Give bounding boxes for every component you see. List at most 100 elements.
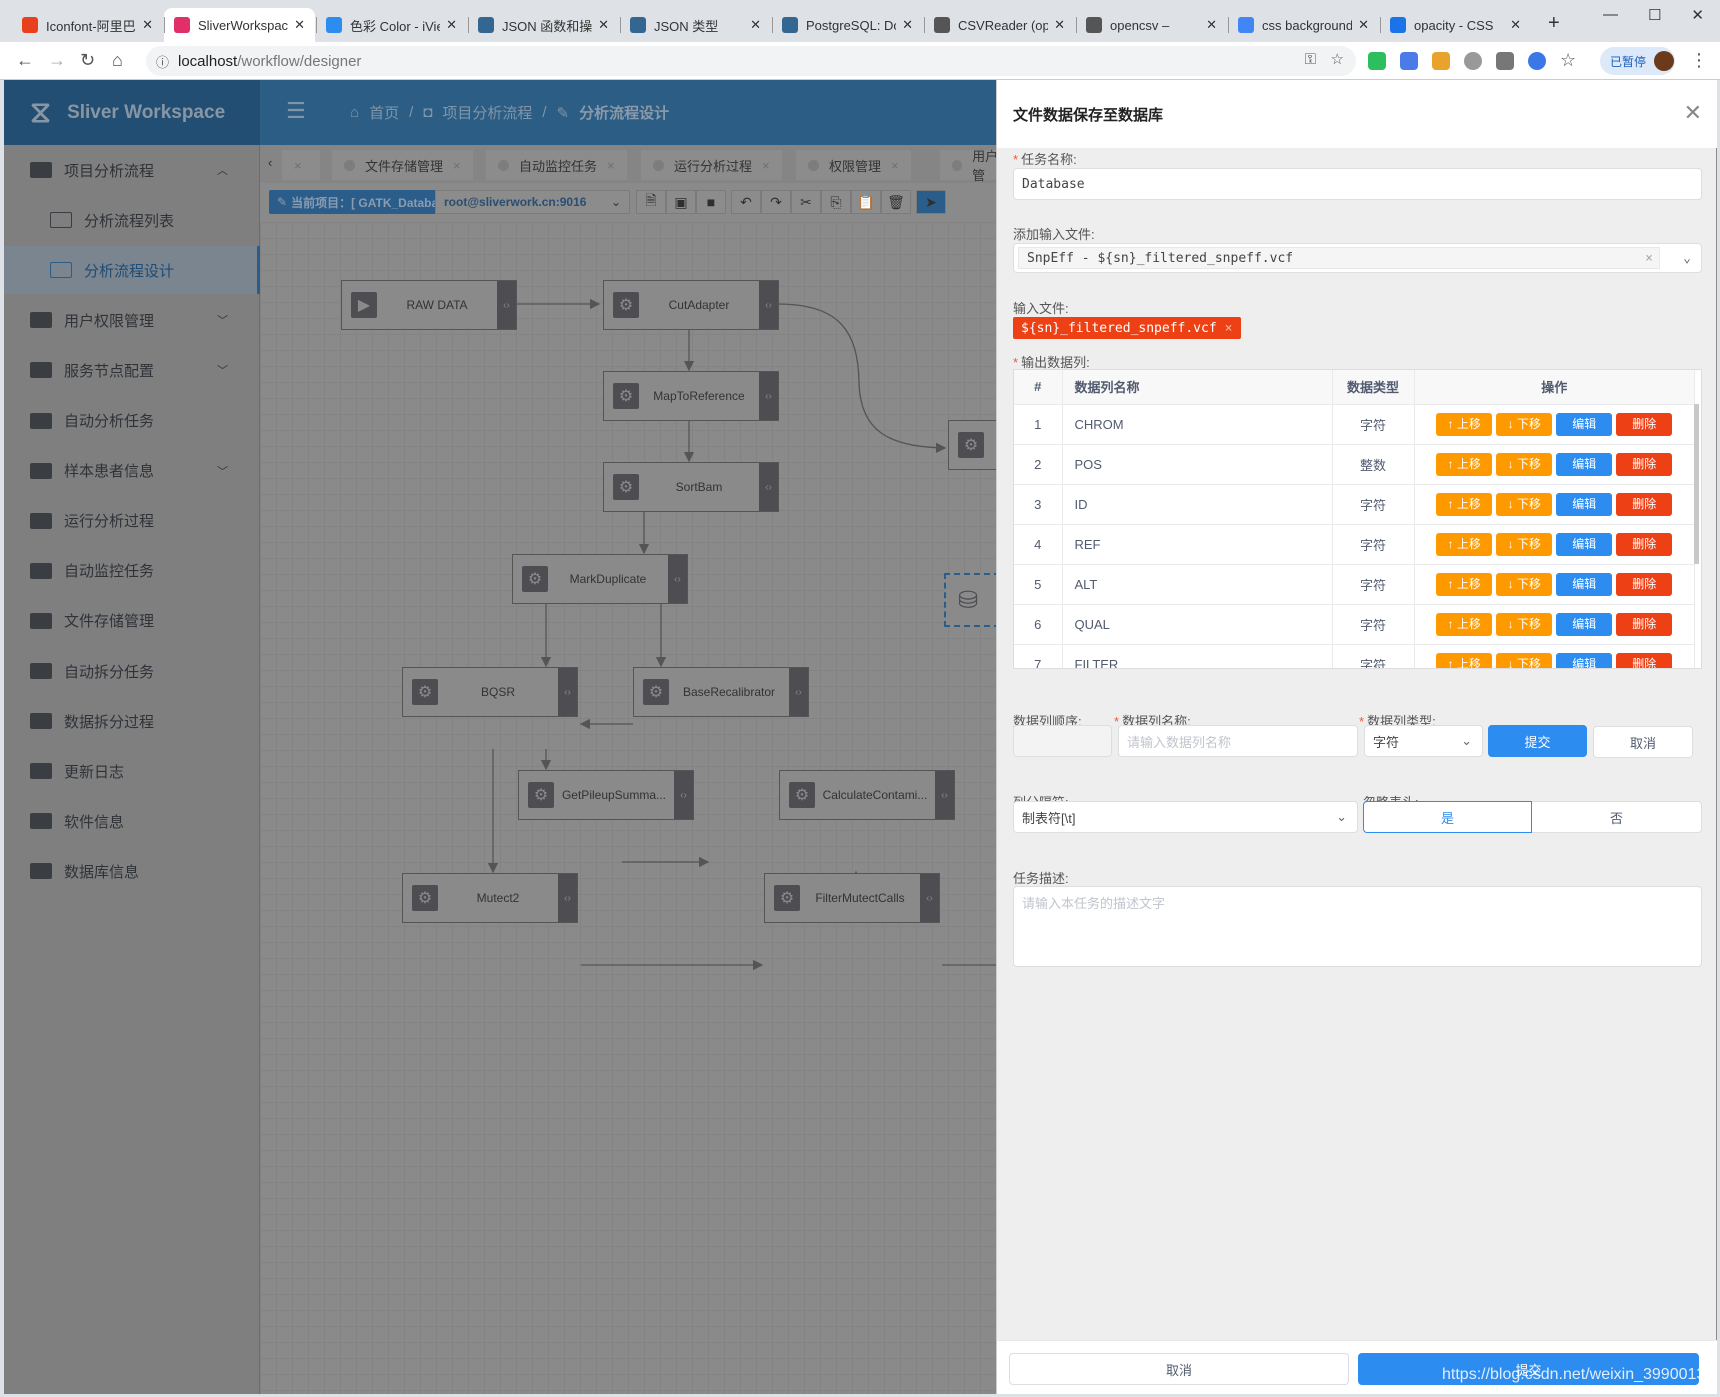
edit-button[interactable]: 编辑 [1556, 492, 1613, 516]
translate-extension-icon[interactable] [1400, 52, 1418, 70]
close-icon[interactable]: ✕ [1684, 100, 1702, 126]
tab-close-icon[interactable]: ✕ [750, 17, 761, 33]
tab-permissions[interactable]: 权限管理 × [796, 150, 911, 180]
node-sortbam[interactable]: ⚙ SortBam ‹› [603, 462, 779, 512]
new-tab-button[interactable]: + [1548, 12, 1560, 35]
move-down-button[interactable]: ↓ 下移 [1496, 532, 1553, 556]
edit-button[interactable]: 编辑 [1556, 532, 1613, 556]
tab-file-storage[interactable]: 文件存储管理 × [332, 150, 473, 180]
node-baserecalibrator[interactable]: ⚙ BaseRecalibrator ‹› [633, 667, 809, 717]
node-handle[interactable]: ‹› [789, 668, 808, 716]
delete-button[interactable]: 删除 [1616, 452, 1673, 476]
node-handle[interactable]: ‹› [759, 372, 778, 420]
node-handle[interactable]: ‹› [558, 668, 577, 716]
tab-close-icon[interactable]: ✕ [1206, 17, 1217, 33]
browser-tab[interactable]: opacity - CSS ✕ [1380, 8, 1531, 42]
tab-close-icon[interactable]: ✕ [142, 17, 153, 33]
breadcrumb-project-flow[interactable]: 项目分析流程 [442, 102, 532, 123]
node-handle[interactable]: ‹› [674, 771, 693, 819]
tag-close-icon[interactable]: × [1225, 321, 1233, 336]
col-name-input[interactable]: 请输入数据列名称 [1118, 725, 1358, 757]
node-handle[interactable]: ‹› [935, 771, 954, 819]
sidebar-item[interactable]: 分析流程设计 [4, 246, 260, 295]
desc-textarea[interactable]: 请输入本任务的描述文字 [1013, 886, 1702, 967]
key-icon[interactable]: ⚿ [1305, 51, 1316, 68]
home-icon[interactable]: ⌂ [112, 50, 123, 71]
node-maptoreference[interactable]: ⚙ MapToReference ‹› [603, 371, 779, 421]
profile-button[interactable]: 已暂停 [1600, 47, 1675, 75]
move-down-button[interactable]: ↓ 下移 [1496, 572, 1553, 596]
node-mutect2[interactable]: ⚙ Mutect2 ‹› [402, 873, 578, 923]
copy-icon[interactable]: ⎘ [821, 190, 851, 214]
add-input-select[interactable]: SnpEff - ${sn}_filtered_snpeff.vcf × ⌄ [1013, 243, 1702, 273]
download-extension-icon[interactable] [1496, 52, 1514, 70]
tab-run-analysis[interactable]: 运行分析过程 × [641, 150, 782, 180]
sidebar-item[interactable]: 自动分析任务 [4, 397, 260, 445]
url-input[interactable]: ⓘ localhost/workflow/designer ⚿ ☆ [146, 46, 1356, 76]
bookmark-star-icon[interactable]: ☆ [1331, 50, 1344, 68]
info-icon[interactable]: ⓘ [156, 52, 169, 71]
star-extension-icon[interactable]: ☆ [1560, 50, 1576, 71]
tab-close-icon[interactable]: × [762, 158, 770, 173]
col-order-input[interactable] [1013, 725, 1112, 757]
delete-button[interactable]: 删除 [1616, 412, 1673, 436]
close-window-button[interactable]: ✕ [1691, 6, 1704, 24]
node-handle[interactable]: ‹› [497, 281, 516, 329]
tab-close-icon[interactable]: ✕ [294, 17, 305, 33]
workflow-canvas[interactable]: ▶ RAW DATA ‹› ⚙ CutAdapter ‹› ⚙ MapToReferenc… [260, 222, 1124, 1394]
back-icon[interactable]: ← [16, 50, 34, 71]
sidebar-item[interactable]: 更新日志 [4, 747, 260, 795]
browser-tab[interactable]: 色彩 Color - iVie ✕ [316, 8, 467, 42]
color-extension-icon[interactable] [1432, 52, 1450, 70]
sidebar-item[interactable]: 数据库信息 [4, 847, 260, 895]
tab-partial[interactable]: × [282, 150, 320, 180]
browser-tab[interactable]: opencsv – ✕ [1076, 8, 1227, 42]
sidebar-item[interactable]: 自动拆分任务 [4, 647, 260, 695]
ignore-header-no-radio[interactable]: 否 [1531, 801, 1702, 833]
edit-button[interactable]: 编辑 [1556, 412, 1613, 436]
sidebar-item[interactable]: 自动监控任务 [4, 547, 260, 595]
new-file-icon[interactable]: 🗎 [636, 190, 666, 214]
menu-kebab-icon[interactable]: ⋮ [1690, 50, 1708, 71]
move-up-button[interactable]: ↑ 上移 [1436, 412, 1493, 436]
move-down-button[interactable]: ↓ 下移 [1496, 652, 1553, 668]
redo-icon[interactable]: ↷ [761, 190, 791, 214]
sidebar-item[interactable]: 用户权限管理 ﹀ [4, 296, 260, 344]
browser-tab[interactable]: Iconfont-阿里巴 ✕ [12, 8, 163, 42]
evernote-extension-icon[interactable] [1368, 52, 1386, 70]
node-handle[interactable]: ‹› [759, 463, 778, 511]
sidebar-item[interactable]: 运行分析过程 [4, 497, 260, 545]
edit-button[interactable]: 编辑 [1556, 452, 1613, 476]
node-cutadapter[interactable]: ⚙ CutAdapter ‹› [603, 280, 779, 330]
edit-button[interactable]: 编辑 [1556, 572, 1613, 596]
chevron-down-icon[interactable]: ⌄ [1683, 251, 1691, 266]
tab-close-icon[interactable]: × [891, 158, 899, 173]
sidebar-item[interactable]: 文件存储管理 [4, 597, 260, 645]
node-raw-data[interactable]: ▶ RAW DATA ‹› [341, 280, 517, 330]
delete-icon[interactable]: 🗑 [881, 190, 911, 214]
row-submit-button[interactable]: 提交 [1488, 725, 1587, 757]
browser-tab[interactable]: PostgreSQL: Do ✕ [772, 8, 923, 42]
node-handle[interactable]: ‹› [558, 874, 577, 922]
move-up-button[interactable]: ↑ 上移 [1436, 652, 1493, 668]
ignore-header-yes-radio[interactable]: 是 [1363, 801, 1532, 833]
browser-tab[interactable]: CSVReader (op ✕ [924, 8, 1075, 42]
move-down-button[interactable]: ↓ 下移 [1496, 412, 1553, 436]
table-scrollbar[interactable] [1694, 404, 1699, 564]
node-handle[interactable]: ‹› [668, 555, 687, 603]
cut-icon[interactable]: ✂ [791, 190, 821, 214]
tab-close-icon[interactable]: ✕ [446, 17, 457, 33]
clear-icon[interactable]: × [1645, 251, 1653, 266]
tabs-scroll-left-icon[interactable]: ‹ [268, 155, 272, 170]
tab-close-icon[interactable]: × [453, 158, 461, 173]
delete-button[interactable]: 删除 [1616, 572, 1673, 596]
footer-cancel-button[interactable]: 取消 [1009, 1353, 1349, 1385]
browser-tab[interactable]: SliverWorkspace ✕ [164, 8, 315, 42]
sidebar-item[interactable]: 项目分析流程 ︿ [4, 146, 260, 194]
delete-button[interactable]: 删除 [1616, 652, 1673, 668]
move-down-button[interactable]: ↓ 下移 [1496, 492, 1553, 516]
row-cancel-button[interactable]: 取消 [1593, 726, 1693, 758]
move-up-button[interactable]: ↑ 上移 [1436, 532, 1493, 556]
node-calculatecontamination[interactable]: ⚙ CalculateContami... ‹› [779, 770, 955, 820]
tab-auto-monitor[interactable]: 自动监控任务 × [486, 150, 627, 180]
